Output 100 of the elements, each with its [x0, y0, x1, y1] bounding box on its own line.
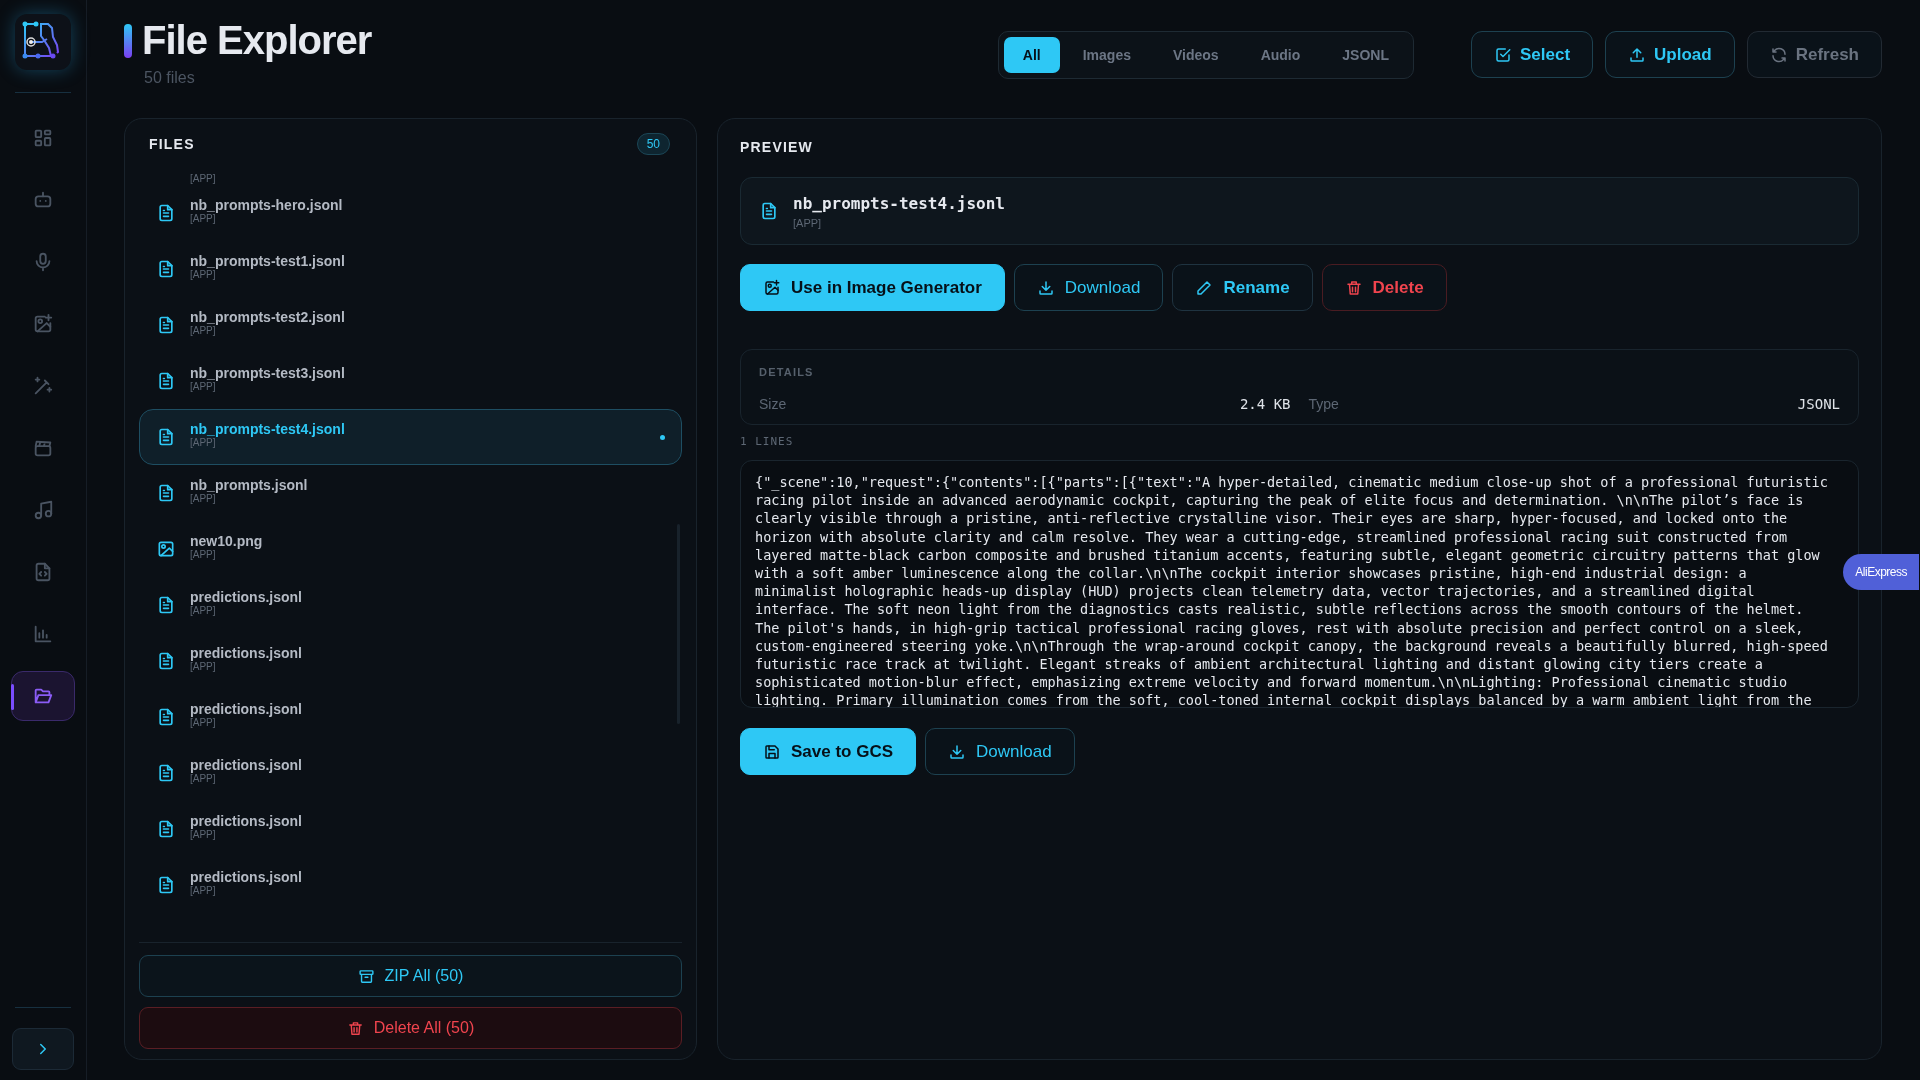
- document-icon: [156, 371, 176, 391]
- code-line: {"_scene":10,"request":{"contents":[{"parts":[{"text":"A hyper-detailed, cinematic medium close-up shot of a professional futuristic: [755, 473, 1829, 492]
- detail-label: Type: [1308, 396, 1339, 412]
- trash-icon: [346, 1019, 364, 1037]
- file-list-item[interactable]: predictions.jsonl [APP]: [139, 857, 682, 913]
- panel-heading: PREVIEW: [740, 139, 814, 155]
- count-badge: 50: [636, 133, 670, 155]
- image-plus-icon: [763, 278, 781, 297]
- file-list-item[interactable]: nb_prompts-test4.jsonl [APP]: [139, 409, 682, 465]
- file-list-item[interactable]: predictions.jsonl [APP]: [139, 577, 682, 633]
- detail-value: JSONL: [1797, 396, 1840, 412]
- filter-tab[interactable]: Videos: [1154, 37, 1238, 73]
- file-source: [APP]: [190, 173, 217, 184]
- zip-all-button[interactable]: ZIP All (50): [139, 955, 682, 997]
- file-list-item[interactable]: nb_prompts-hero.jsonl [APP]: [139, 185, 682, 241]
- file-source: [APP]: [190, 828, 216, 840]
- code-line: layered matte-black carbon composite and brushed titanium accents, featuring subtle, elegant geometric circuitry patterns that glow: [755, 545, 1821, 564]
- code-line: racing pilot inside an advanced aerodynamic cockpit, capturing the peak of elite focus and determination. \n\nThe pilot’s face is: [755, 491, 1805, 510]
- expand-button[interactable]: [12, 1028, 74, 1070]
- filter-tab[interactable]: JSONL: [1323, 37, 1408, 73]
- file-list-item[interactable]: new10.png [APP]: [139, 521, 682, 577]
- file-source: [APP]: [190, 268, 216, 280]
- file-name: nb_prompts-test3.jsonl: [190, 364, 346, 381]
- archive-icon: [357, 967, 375, 985]
- code-line: horizon with absolute clarity and calm resolve. They wear a cutting-edge, streamlined professional racing suit constructed from: [755, 527, 1789, 546]
- filter-tab[interactable]: All: [1003, 37, 1060, 73]
- code-line: with a soft amber luminescence along the collar.\n\nThe cockpit interior showcases pristine, high-end industrial design: a: [755, 564, 1748, 583]
- selected-dot: [660, 434, 665, 440]
- file-count-text: 50 files: [144, 69, 196, 87]
- file-source: [APP]: [190, 492, 216, 504]
- code-line: clearly visible through a pristine, anti-reflective crystalline visor. Their eyes are sharp, hyper-focused, and locked onto the: [755, 509, 1789, 528]
- document-icon: [759, 201, 779, 221]
- file-list-item[interactable]: nb_prompts-test1.jsonl [APP]: [139, 241, 682, 297]
- document-icon: [156, 259, 176, 279]
- bar-chart-icon: [32, 623, 54, 645]
- save-icon: [763, 742, 781, 761]
- document-icon: [156, 651, 176, 671]
- file-list-item[interactable]: predictions.jsonl [APP]: [139, 689, 682, 745]
- document-icon: [156, 203, 176, 223]
- title-accent-bar: [124, 23, 132, 58]
- code-line: The pilot's hands, in high-grip tactical professional racing gloves, rest with absolute precision and perfect control on a sleek,: [755, 618, 1805, 637]
- filter-tab[interactable]: Audio: [1241, 37, 1320, 73]
- delete-all-button[interactable]: Delete All (50): [139, 1007, 682, 1049]
- checkbox-icon: [1494, 45, 1512, 64]
- file-source: [APP]: [190, 548, 216, 560]
- file-source: [APP]: [190, 212, 216, 224]
- download-button[interactable]: Download: [1013, 264, 1164, 311]
- file-list-item[interactable]: predictions.jsonl [APP]: [139, 801, 682, 857]
- file-name: nb_prompts-test4.jsonl: [190, 420, 346, 437]
- download-icon: [948, 742, 967, 761]
- download-icon: [1036, 278, 1055, 297]
- file-name: nb_prompts-test2.jsonl: [190, 308, 346, 325]
- document-icon: [156, 875, 176, 895]
- upload-icon: [1628, 45, 1647, 64]
- code-line: futuristic race track at twilight. Elegant streaks of ambient architectural lighting and distant glowing city tiers create a: [755, 655, 1764, 674]
- file-list-item[interactable]: nb_prompts-test2.jsonl [APP]: [139, 297, 682, 353]
- rename-button[interactable]: Rename: [1172, 264, 1313, 311]
- document-icon: [156, 315, 176, 335]
- magic-wand-icon: [32, 375, 54, 397]
- document-icon: [156, 707, 176, 727]
- refresh-icon: [1769, 45, 1788, 64]
- document-icon: [156, 819, 176, 839]
- detail-value: 2.4 KB: [1239, 396, 1291, 412]
- file-list-item[interactable]: nb_prompts-test3.jsonl [APP]: [139, 353, 682, 409]
- file-name: predictions.jsonl: [190, 644, 303, 661]
- file-name: predictions.jsonl: [190, 700, 303, 717]
- file-list-item[interactable]: nb_prompts.jsonl [APP]: [139, 465, 682, 521]
- file-list-item[interactable]: predictions.jsonl [APP]: [139, 745, 682, 801]
- download-button[interactable]: Download: [925, 728, 1075, 775]
- pencil-icon: [1195, 278, 1214, 297]
- filter-tab[interactable]: Images: [1063, 37, 1150, 73]
- file-name: predictions.jsonl: [190, 756, 303, 773]
- file-name: nb_prompts.jsonl: [190, 476, 309, 493]
- page-title: File Explorer: [142, 18, 372, 63]
- code-line: sophisticated motion-blur effect, emphasizing extreme velocity and forward momentum.\n\nLighting: Professional cinematic studio: [755, 673, 1789, 692]
- panel-heading: FILES: [149, 136, 195, 152]
- file-source: [APP]: [190, 324, 216, 336]
- code-line: interface. The soft neon light from the diagnostics casts realistic, subtle reflections across the smooth contours of the helmet.: [755, 600, 1805, 619]
- trash-icon: [1344, 278, 1363, 297]
- file-source: [APP]: [190, 604, 216, 616]
- save-button[interactable]: Save to GCS: [740, 728, 917, 775]
- action-button[interactable]: Use in Image Generator: [740, 264, 1005, 311]
- file-source: [APP]: [190, 436, 216, 448]
- select-button[interactable]: Select: [1471, 31, 1594, 78]
- file-source: [APP]: [190, 660, 216, 672]
- section-heading: DETAILS: [759, 366, 815, 378]
- sidebar-item[interactable]: [11, 671, 75, 721]
- dashboard-icon: [32, 127, 54, 149]
- file-name: predictions.jsonl: [190, 588, 303, 605]
- file-name: nb_prompts-test4.jsonl: [793, 193, 1005, 213]
- upload-button[interactable]: Upload: [1605, 31, 1735, 78]
- extension-tab[interactable]: AliExpress: [1843, 554, 1919, 590]
- image-icon: [156, 539, 176, 559]
- file-list-item[interactable]: predictions.jsonl [APP]: [139, 633, 682, 689]
- detail-label: Size: [759, 396, 787, 412]
- file-source: [APP]: [190, 380, 216, 392]
- code-line: custom-engineered steering yoke.\n\nThrough the wrap-around cockpit canopy, the background reveals a beautifully blurred, high-speed: [755, 636, 1829, 656]
- file-source: [APP]: [190, 884, 216, 896]
- document-icon: [156, 595, 176, 615]
- delete-button[interactable]: Delete: [1321, 264, 1447, 311]
